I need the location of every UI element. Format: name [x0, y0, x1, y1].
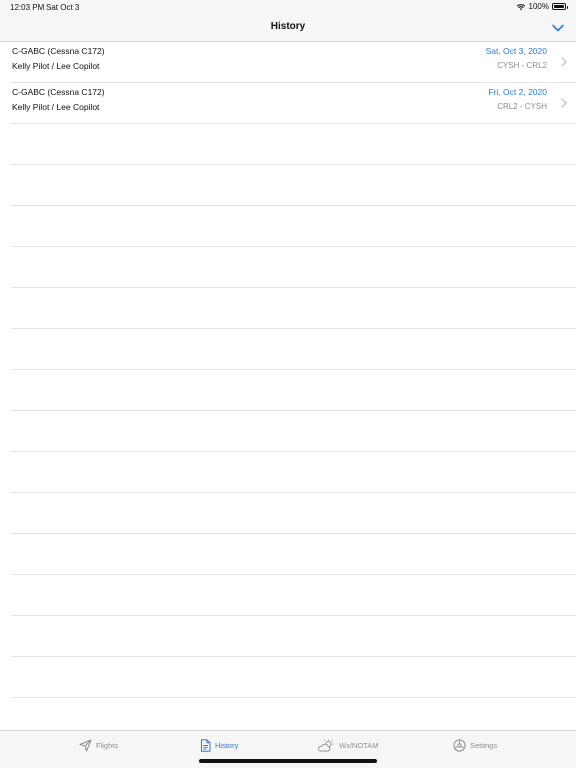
flight-route: CYSH - CRL2 [497, 61, 547, 70]
chevron-right-icon [561, 98, 567, 108]
empty-row [11, 370, 576, 411]
wifi-icon [516, 3, 525, 10]
status-time: 12:03 PM [10, 3, 45, 12]
chevron-right-icon [561, 57, 567, 67]
tab-flights-label: Flights [96, 741, 119, 750]
tab-bar: Flights History Wx/NOTAM Settings [0, 730, 576, 768]
empty-row [11, 452, 576, 493]
empty-row [11, 493, 576, 534]
aircraft-label: C-GABC (Cessna C172) [12, 46, 105, 56]
status-right: 100% [516, 2, 568, 11]
navigation-bar: History [0, 14, 576, 42]
empty-row [11, 165, 576, 206]
cloud-sun-icon [318, 739, 334, 752]
crew-label: Kelly Pilot / Lee Copilot [12, 102, 100, 112]
tab-settings[interactable]: Settings [453, 739, 497, 752]
flight-route: CRL2 - CYSH [497, 102, 547, 111]
empty-row [11, 329, 576, 370]
gear-icon [453, 739, 466, 752]
battery-icon [552, 3, 568, 10]
history-list: C-GABC (Cessna C172) Kelly Pilot / Lee C… [0, 42, 576, 730]
history-row-1[interactable]: C-GABC (Cessna C172) Kelly Pilot / Lee C… [11, 83, 576, 124]
document-icon [201, 739, 211, 752]
empty-row [11, 206, 576, 247]
empty-row [11, 411, 576, 452]
status-date: Sat Oct 3 [46, 3, 80, 12]
empty-row [11, 534, 576, 575]
empty-row [11, 288, 576, 329]
battery-percent: 100% [528, 2, 549, 11]
paper-plane-icon [79, 739, 92, 752]
page-title: History [270, 21, 306, 32]
tab-history[interactable]: History [200, 739, 238, 752]
tab-wx-notam-label: Wx/NOTAM [339, 741, 379, 750]
tab-flights[interactable]: Flights [79, 739, 118, 752]
tab-settings-label: Settings [470, 741, 498, 750]
aircraft-label: C-GABC (Cessna C172) [12, 87, 105, 97]
empty-row [11, 575, 576, 616]
status-bar: 12:03 PM Sat Oct 3 100% [0, 0, 576, 14]
empty-row [11, 124, 576, 165]
empty-row [11, 247, 576, 288]
empty-row [11, 657, 576, 698]
crew-label: Kelly Pilot / Lee Copilot [12, 61, 100, 71]
history-row-0[interactable]: C-GABC (Cessna C172) Kelly Pilot / Lee C… [11, 42, 576, 83]
flight-date: Sat, Oct 3, 2020 [485, 46, 547, 56]
tab-wx-notam[interactable]: Wx/NOTAM [317, 739, 378, 752]
empty-row [11, 616, 576, 657]
tab-history-label: History [215, 741, 239, 750]
flight-date: Fri, Oct 2, 2020 [488, 87, 547, 97]
home-indicator[interactable] [199, 759, 377, 763]
chevron-down-icon[interactable] [550, 20, 566, 36]
